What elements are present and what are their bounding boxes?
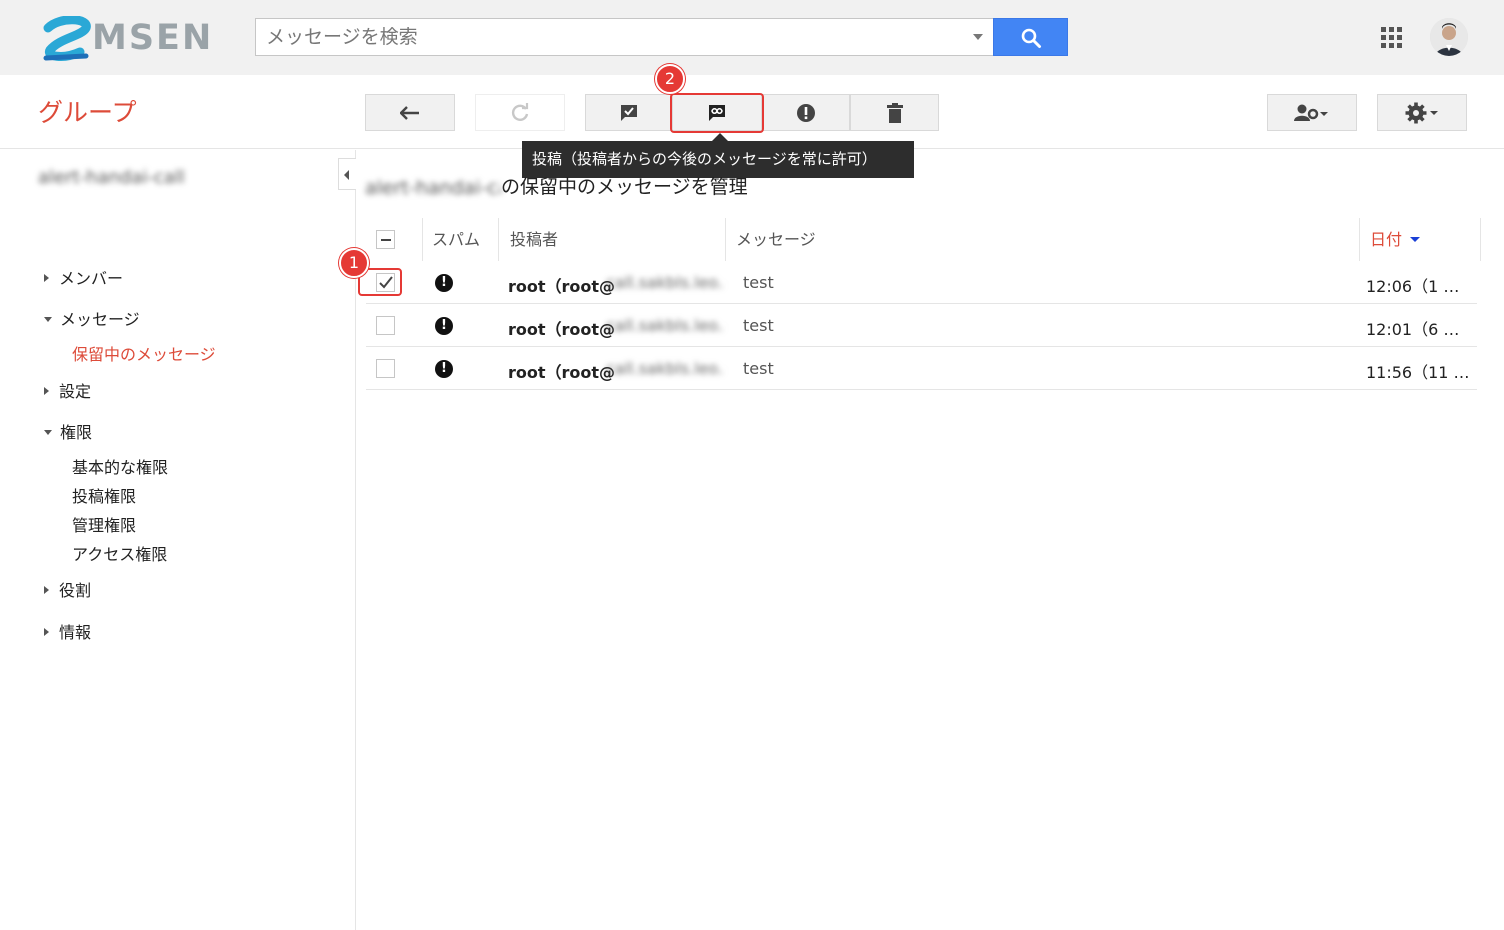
page-title[interactable]: グループ [38, 93, 137, 129]
row-checkbox[interactable] [376, 316, 395, 335]
back-button[interactable] [365, 94, 455, 131]
expand-chevron-right-icon [44, 387, 49, 395]
spam-alert-icon: ! [435, 274, 453, 292]
report-spam-button[interactable] [762, 94, 850, 131]
column-divider [498, 218, 499, 261]
back-arrow-icon [400, 105, 419, 120]
logo-text: MSEN [92, 18, 214, 58]
person-settings-icon [1294, 104, 1328, 121]
sidebar-item-settings[interactable]: 設定 [44, 378, 91, 402]
annotation-badge-1: 1 [339, 248, 369, 278]
column-divider [1359, 218, 1360, 261]
row-checkbox[interactable] [376, 359, 395, 378]
message-subject: test [743, 273, 774, 292]
sidebar-item-members[interactable]: メンバー [44, 265, 123, 289]
sidebar-item-access-permissions[interactable]: アクセス権限 [72, 541, 167, 565]
column-header-message[interactable]: メッセージ [736, 218, 816, 261]
collapse-chevron-down-icon [44, 317, 52, 322]
column-header-date[interactable]: 日付 [1370, 218, 1421, 261]
approve-button[interactable] [585, 94, 672, 131]
group-name[interactable]: alert-handai-call [38, 167, 185, 188]
select-all-checkbox[interactable] [376, 230, 395, 249]
sidebar-item-basic-permissions[interactable]: 基本的な権限 [72, 454, 168, 478]
message-subject: test [743, 359, 774, 378]
sort-desc-chevron-down-icon [1410, 237, 1421, 242]
expand-chevron-right-icon [44, 628, 49, 636]
indeterminate-mark [381, 239, 391, 241]
highlight-always-allow [670, 93, 764, 133]
spam-alert-icon: ! [435, 360, 453, 378]
approve-message-icon [620, 104, 637, 121]
sender-name: root（root@ [508, 277, 616, 296]
sidebar-item-messages[interactable]: メッセージ [44, 306, 140, 330]
sidebar-item-permissions[interactable]: 権限 [44, 419, 92, 443]
refresh-icon [511, 102, 529, 121]
avatar[interactable] [1430, 18, 1468, 56]
sidebar-item-posting-permissions[interactable]: 投稿権限 [72, 483, 136, 507]
annotation-badge-2: 2 [655, 64, 685, 94]
top-bar: MSEN [0, 0, 1504, 75]
page: MSEN グループ [0, 0, 1504, 930]
member-actions-button[interactable] [1267, 94, 1357, 131]
expand-chevron-right-icon [44, 274, 49, 282]
trash-icon [886, 102, 903, 123]
user-photo-icon [1430, 18, 1468, 56]
main-title-text: の保留中のメッセージを管理 [501, 176, 748, 198]
collapse-chevron-down-icon [44, 430, 52, 435]
sender-name: root（root@ [508, 363, 616, 382]
delete-button[interactable] [850, 94, 939, 131]
sidebar-item-information[interactable]: 情報 [44, 619, 91, 643]
column-header-sender[interactable]: 投稿者 [510, 218, 558, 261]
spam-alert-icon: ! [435, 317, 453, 335]
message-date: 12:01（6 … [1366, 320, 1460, 339]
logo-mark-icon [43, 16, 91, 61]
tooltip-arrow [712, 133, 728, 141]
settings-button[interactable] [1377, 94, 1467, 131]
sidebar-item-moderation-permissions[interactable]: 管理権限 [72, 512, 136, 536]
apps-grid-icon[interactable] [1381, 27, 1403, 49]
spam-alert-icon [797, 103, 815, 122]
message-date: 11:56（11 … [1366, 363, 1470, 382]
refresh-button[interactable] [475, 94, 565, 131]
main-title-group: alert-handai-call [365, 177, 501, 199]
sender-email: call.sakbls.leo.s [606, 316, 724, 335]
sender-email: call.sakbls.leo.s [606, 359, 724, 378]
column-divider [1480, 218, 1481, 261]
gear-icon [1405, 102, 1438, 123]
search-options-chevron-down-icon[interactable] [973, 34, 983, 40]
collapse-sidebar-chevron-left-icon[interactable] [338, 158, 356, 190]
column-header-spam[interactable]: スパム [432, 218, 480, 261]
search-input[interactable] [266, 19, 956, 55]
message-subject: test [743, 316, 774, 335]
search-button[interactable] [993, 18, 1068, 56]
sidebar: alert-handai-call メンバー メッセージ 保留中のメッセージ 設… [0, 150, 356, 930]
sender-name: root（root@ [508, 320, 616, 339]
main-title: alert-handai-callの保留中のメッセージを管理 [365, 172, 748, 199]
msen-logo[interactable]: MSEN [40, 16, 220, 64]
search-icon [1021, 28, 1041, 48]
message-date: 12:06（1 … [1366, 277, 1460, 296]
column-divider [725, 218, 726, 261]
sidebar-item-pending-messages[interactable]: 保留中のメッセージ [72, 341, 216, 365]
sidebar-item-roles[interactable]: 役割 [44, 577, 91, 601]
column-divider [422, 218, 423, 261]
sender-email: call.sakbls.leo.s [606, 273, 724, 292]
expand-chevron-right-icon [44, 586, 49, 594]
search-box[interactable] [255, 18, 993, 56]
